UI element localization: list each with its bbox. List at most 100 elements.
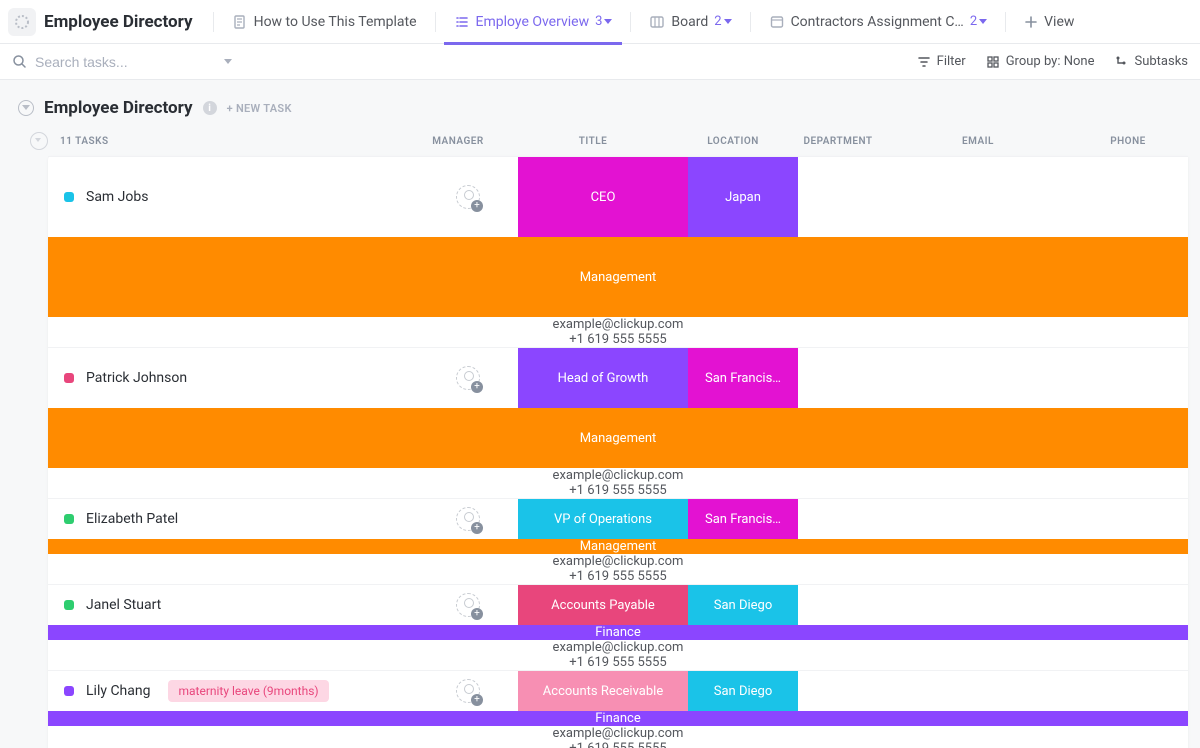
- email-cell[interactable]: example@clickup.com: [48, 726, 1188, 741]
- toolbar-right: Filter Group by: None Subtasks: [917, 54, 1188, 69]
- chevron-down-icon: [604, 19, 612, 24]
- search-icon: [12, 54, 27, 69]
- list-icon: [454, 14, 470, 30]
- task-name: Sam Jobs: [86, 189, 148, 205]
- title-cell[interactable]: Accounts Receivable: [518, 671, 688, 711]
- manager-cell[interactable]: [418, 348, 518, 408]
- phone-cell[interactable]: +1 619 555 5555: [48, 332, 1188, 347]
- tab-count[interactable]: 2: [714, 14, 731, 29]
- assign-manager-icon[interactable]: [456, 593, 480, 617]
- task-name-cell[interactable]: Patrick Johnson: [48, 348, 418, 408]
- task-grid: Sam Jobs CEO Japan Management example@cl…: [48, 156, 1188, 748]
- add-view-label: View: [1044, 14, 1074, 30]
- assign-manager-icon[interactable]: [456, 679, 480, 703]
- tab-overview[interactable]: Employe Overview 3: [444, 0, 623, 44]
- assign-manager-icon[interactable]: [456, 185, 480, 209]
- manager-cell[interactable]: [418, 499, 518, 539]
- task-name-cell[interactable]: Lily Chang maternity leave (9months): [48, 671, 418, 711]
- title-cell[interactable]: Accounts Payable: [518, 585, 688, 625]
- location-cell[interactable]: San Diego: [688, 671, 798, 711]
- assign-manager-icon[interactable]: [456, 507, 480, 531]
- col-title[interactable]: TITLE: [508, 136, 678, 147]
- table-row[interactable]: Janel Stuart Accounts Payable San Diego …: [48, 584, 1188, 670]
- phone-cell[interactable]: +1 619 555 5555: [48, 741, 1188, 748]
- tab-label: Board: [671, 14, 708, 30]
- task-name-cell[interactable]: Sam Jobs: [48, 157, 418, 237]
- status-square[interactable]: [64, 373, 74, 383]
- subtasks-button[interactable]: Subtasks: [1114, 54, 1188, 69]
- table-row[interactable]: Sam Jobs CEO Japan Management example@cl…: [48, 156, 1188, 347]
- email-cell[interactable]: example@clickup.com: [48, 554, 1188, 569]
- toolbar: Filter Group by: None Subtasks: [0, 44, 1200, 80]
- location-cell[interactable]: San Francis…: [688, 499, 798, 539]
- search-input[interactable]: [35, 54, 216, 70]
- task-name-cell[interactable]: Janel Stuart: [48, 585, 418, 625]
- tab-count[interactable]: 2: [970, 14, 987, 29]
- page-title: Employee Directory: [44, 12, 193, 32]
- tab-label: Employe Overview: [476, 14, 590, 30]
- status-square[interactable]: [64, 686, 74, 696]
- section-title: Employee Directory: [44, 98, 193, 118]
- department-cell[interactable]: Management: [48, 408, 1188, 468]
- col-email[interactable]: EMAIL: [888, 136, 1068, 147]
- tab-count[interactable]: 3: [595, 14, 612, 29]
- assign-manager-icon[interactable]: [456, 366, 480, 390]
- add-view-button[interactable]: View: [1014, 0, 1084, 44]
- topbar: Employee Directory How to Use This Templ…: [0, 0, 1200, 44]
- search-wrap: [12, 54, 232, 70]
- manager-cell[interactable]: [418, 585, 518, 625]
- status-square[interactable]: [64, 514, 74, 524]
- department-cell[interactable]: Management: [48, 539, 1188, 554]
- chevron-down-icon[interactable]: [224, 59, 232, 64]
- divider: [750, 12, 751, 32]
- phone-cell[interactable]: +1 619 555 5555: [48, 483, 1188, 498]
- new-task-button[interactable]: + NEW TASK: [227, 102, 292, 115]
- phone-cell[interactable]: +1 619 555 5555: [48, 655, 1188, 670]
- task-name-cell[interactable]: Elizabeth Patel: [48, 499, 418, 539]
- table-row[interactable]: Lily Chang maternity leave (9months) Acc…: [48, 670, 1188, 748]
- collapse-toggle[interactable]: [18, 100, 34, 116]
- department-cell[interactable]: Management: [48, 237, 1188, 317]
- col-location[interactable]: LOCATION: [678, 136, 788, 147]
- chevron-down-icon: [724, 19, 732, 24]
- phone-cell[interactable]: +1 619 555 5555: [48, 569, 1188, 584]
- title-cell[interactable]: VP of Operations: [518, 499, 688, 539]
- board-icon: [649, 14, 665, 30]
- col-department[interactable]: DEPARTMENT: [788, 136, 888, 147]
- info-icon[interactable]: i: [203, 101, 217, 115]
- col-manager[interactable]: MANAGER: [408, 136, 508, 147]
- status-square[interactable]: [64, 600, 74, 610]
- tab-board[interactable]: Board 2: [639, 0, 741, 44]
- group-icon: [986, 55, 1000, 69]
- divider: [630, 12, 631, 32]
- tab-how-to[interactable]: How to Use This Template: [222, 0, 427, 44]
- chevron-down-icon: [979, 19, 987, 24]
- filter-button[interactable]: Filter: [917, 54, 966, 69]
- department-cell[interactable]: Finance: [48, 625, 1188, 640]
- manager-cell[interactable]: [418, 157, 518, 237]
- title-cell[interactable]: Head of Growth: [518, 348, 688, 408]
- divider: [1005, 12, 1006, 32]
- plus-icon: [1024, 15, 1038, 29]
- space-icon[interactable]: [8, 8, 36, 36]
- table-row[interactable]: Elizabeth Patel VP of Operations San Fra…: [48, 498, 1188, 584]
- task-name: Lily Chang: [86, 683, 150, 699]
- department-cell[interactable]: Finance: [48, 711, 1188, 726]
- manager-cell[interactable]: [418, 671, 518, 711]
- tab-contractors[interactable]: Contractors Assignment C… 2: [759, 0, 998, 44]
- task-name: Elizabeth Patel: [86, 511, 178, 527]
- groupby-button[interactable]: Group by: None: [986, 54, 1095, 69]
- email-cell[interactable]: example@clickup.com: [48, 468, 1188, 483]
- col-phone[interactable]: PHONE: [1068, 136, 1188, 147]
- location-cell[interactable]: Japan: [688, 157, 798, 237]
- email-cell[interactable]: example@clickup.com: [48, 640, 1188, 655]
- title-cell[interactable]: CEO: [518, 157, 688, 237]
- email-cell[interactable]: example@clickup.com: [48, 317, 1188, 332]
- status-square[interactable]: [64, 192, 74, 202]
- location-cell[interactable]: San Diego: [688, 585, 798, 625]
- table-row[interactable]: Patrick Johnson Head of Growth San Franc…: [48, 347, 1188, 498]
- column-collapse-toggle[interactable]: [30, 132, 48, 150]
- location-cell[interactable]: San Francis…: [688, 348, 798, 408]
- status-badge: maternity leave (9months): [168, 680, 328, 702]
- filter-icon: [917, 55, 931, 69]
